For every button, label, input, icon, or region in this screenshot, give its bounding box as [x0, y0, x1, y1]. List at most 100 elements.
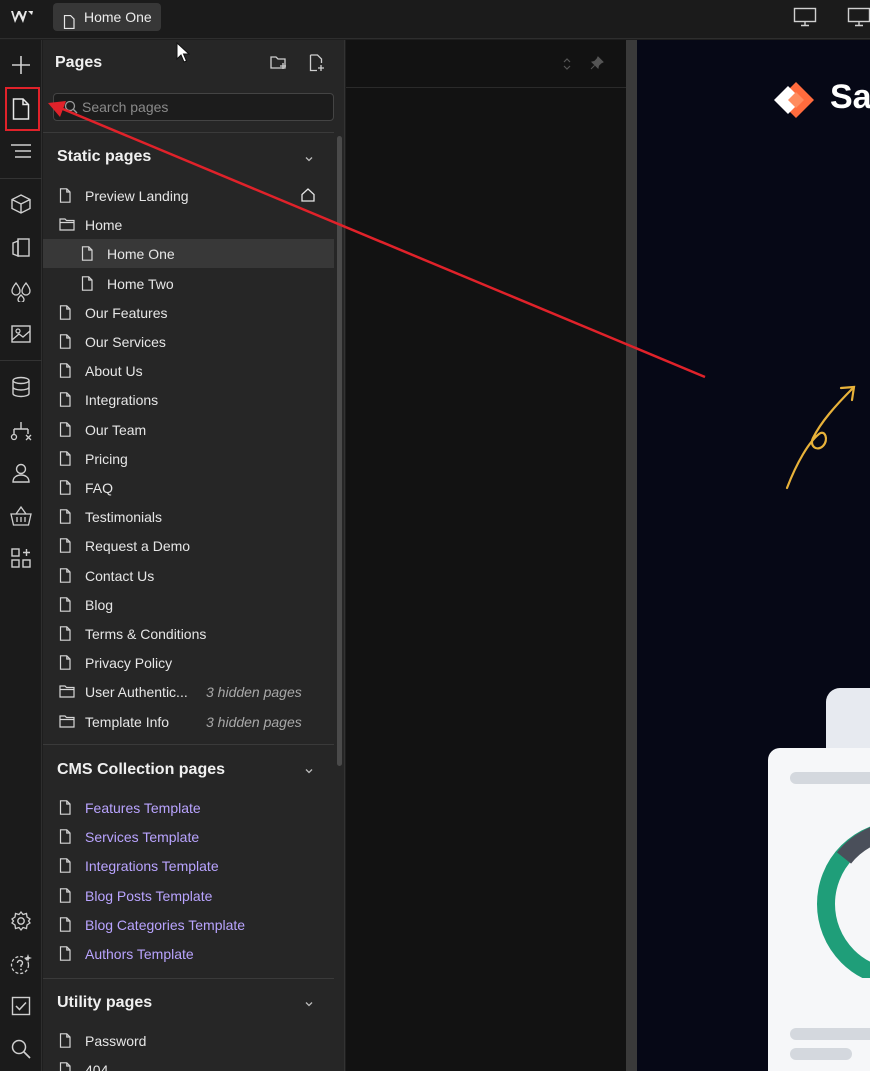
page-item-faq[interactable]: FAQ	[43, 473, 334, 502]
add-icon[interactable]	[10, 54, 32, 76]
page-item-about-us[interactable]: About Us	[43, 356, 334, 385]
cms-icon[interactable]	[10, 376, 32, 398]
page-label: Home One	[107, 246, 175, 263]
page-icon	[59, 916, 73, 933]
page-item-blog-categories-template[interactable]: Blog Categories Template	[43, 910, 334, 939]
page-item-blog-posts-template[interactable]: Blog Posts Template	[43, 881, 334, 910]
page-icon	[59, 1062, 73, 1071]
logic-icon[interactable]	[10, 420, 32, 442]
page-label: Template Info	[85, 713, 170, 730]
page-icon	[81, 246, 95, 262]
page-label: Our Features	[85, 304, 168, 321]
page-label: Request a Demo	[85, 538, 191, 555]
current-page-selector[interactable]: Home One	[53, 3, 161, 31]
chevron-down-icon[interactable]	[303, 152, 315, 164]
current-page-label: Home One	[84, 9, 152, 25]
page-label: FAQ	[85, 480, 114, 496]
search-input[interactable]	[82, 94, 322, 120]
sort-icon[interactable]	[562, 57, 572, 74]
folder-item-user-authentic[interactable]: User Authentic... 3 hidden pages	[43, 677, 334, 706]
page-item-pricing[interactable]: Pricing	[43, 444, 334, 473]
webflow-logo-icon[interactable]	[10, 8, 34, 28]
apps-icon[interactable]	[10, 547, 32, 569]
users-icon[interactable]	[10, 462, 32, 484]
page-icon	[59, 567, 73, 584]
find-icon[interactable]	[10, 1038, 32, 1060]
page-icon	[59, 655, 73, 671]
page-label: Pricing	[85, 450, 128, 467]
panel-title: Pages	[55, 54, 103, 71]
page-item-request-a-demo[interactable]: Request a Demo	[43, 531, 334, 560]
page-icon	[59, 334, 73, 350]
cms-pages-heading[interactable]: CMS Collection pages	[57, 761, 225, 779]
page-label: Authors Template	[85, 946, 194, 962]
ecommerce-icon[interactable]	[10, 505, 32, 527]
panel-scrollbar[interactable]	[337, 136, 342, 766]
pin-icon[interactable]	[590, 56, 604, 73]
page-item-contact-us[interactable]: Contact Us	[43, 561, 334, 590]
page-icon	[59, 1033, 73, 1049]
create-page-icon[interactable]	[309, 54, 327, 72]
page-item-testimonials[interactable]: Testimonials	[43, 502, 334, 531]
create-folder-icon[interactable]	[270, 54, 288, 72]
page-icon	[59, 626, 73, 642]
page-icon	[59, 829, 73, 845]
page-item-password[interactable]: Password	[43, 1026, 334, 1055]
page-item-home-two[interactable]: Home Two	[43, 269, 334, 298]
styles-icon[interactable]	[10, 280, 32, 302]
canvas-preview[interactable]: Sa	[637, 40, 870, 1071]
page-item-our-services[interactable]: Our Services	[43, 327, 334, 356]
components-icon[interactable]	[10, 193, 32, 215]
page-item-integrations-template[interactable]: Integrations Template	[43, 851, 334, 880]
help-icon[interactable]	[10, 953, 32, 975]
folder-icon	[59, 684, 75, 700]
page-item-terms-conditions[interactable]: Terms & Conditions	[43, 619, 334, 648]
pages-icon[interactable]	[10, 98, 32, 120]
page-label: Terms & Conditions	[85, 626, 207, 642]
audit-checkbox-icon[interactable]	[10, 995, 32, 1017]
page-item-blog[interactable]: Blog	[43, 590, 334, 619]
doodle-arrow-icon	[783, 382, 861, 497]
navigator-icon[interactable]	[10, 140, 32, 162]
page-label: Testimonials	[85, 509, 163, 526]
hidden-pages-count: 3 hidden pages	[206, 684, 302, 701]
preview-card	[768, 748, 870, 1071]
page-icon	[59, 450, 73, 467]
page-icon	[59, 421, 73, 438]
page-item-authors-template[interactable]: Authors Template	[43, 939, 334, 968]
utility-pages-heading[interactable]: Utility pages	[57, 994, 152, 1012]
page-label: Integrations	[85, 392, 159, 409]
page-item-integrations[interactable]: Integrations	[43, 385, 334, 414]
page-icon	[59, 363, 73, 379]
desktop-breakpoint-icon[interactable]	[793, 7, 817, 30]
desktop-alt-breakpoint-icon[interactable]	[847, 7, 870, 30]
page-item-features-template[interactable]: Features Template	[43, 793, 334, 822]
folder-item-template-info[interactable]: Template Info 3 hidden pages	[43, 707, 334, 736]
page-item-404[interactable]: 404	[43, 1055, 334, 1071]
page-label: Blog Posts Template	[85, 887, 213, 904]
page-item-our-features[interactable]: Our Features	[43, 298, 334, 327]
page-item-preview-landing[interactable]: Preview Landing	[43, 181, 334, 210]
static-pages-heading[interactable]: Static pages	[57, 148, 151, 166]
chevron-down-icon[interactable]	[303, 997, 315, 1009]
assets-icon[interactable]	[10, 322, 32, 344]
folder-item-home[interactable]: Home	[43, 210, 334, 239]
variables-icon[interactable]	[10, 237, 32, 259]
page-item-our-team[interactable]: Our Team	[43, 415, 334, 444]
page-icon	[59, 188, 73, 204]
chevron-down-icon[interactable]	[303, 764, 315, 776]
page-item-home-one[interactable]: Home One	[43, 239, 334, 269]
page-icon	[59, 946, 73, 962]
brand-name-partial: Sa	[830, 78, 870, 116]
page-item-privacy-policy[interactable]: Privacy Policy	[43, 648, 334, 677]
page-icon	[59, 480, 73, 496]
settings-icon[interactable]	[10, 910, 32, 932]
search-icon	[64, 100, 78, 117]
page-label: Privacy Policy	[85, 655, 173, 672]
resize-gutter[interactable]	[626, 40, 637, 1071]
page-label: Blog Categories Template	[85, 916, 246, 933]
placeholder-bar	[790, 1028, 870, 1040]
search-field[interactable]	[53, 93, 334, 121]
page-item-services-template[interactable]: Services Template	[43, 822, 334, 851]
page-icon	[59, 304, 73, 321]
